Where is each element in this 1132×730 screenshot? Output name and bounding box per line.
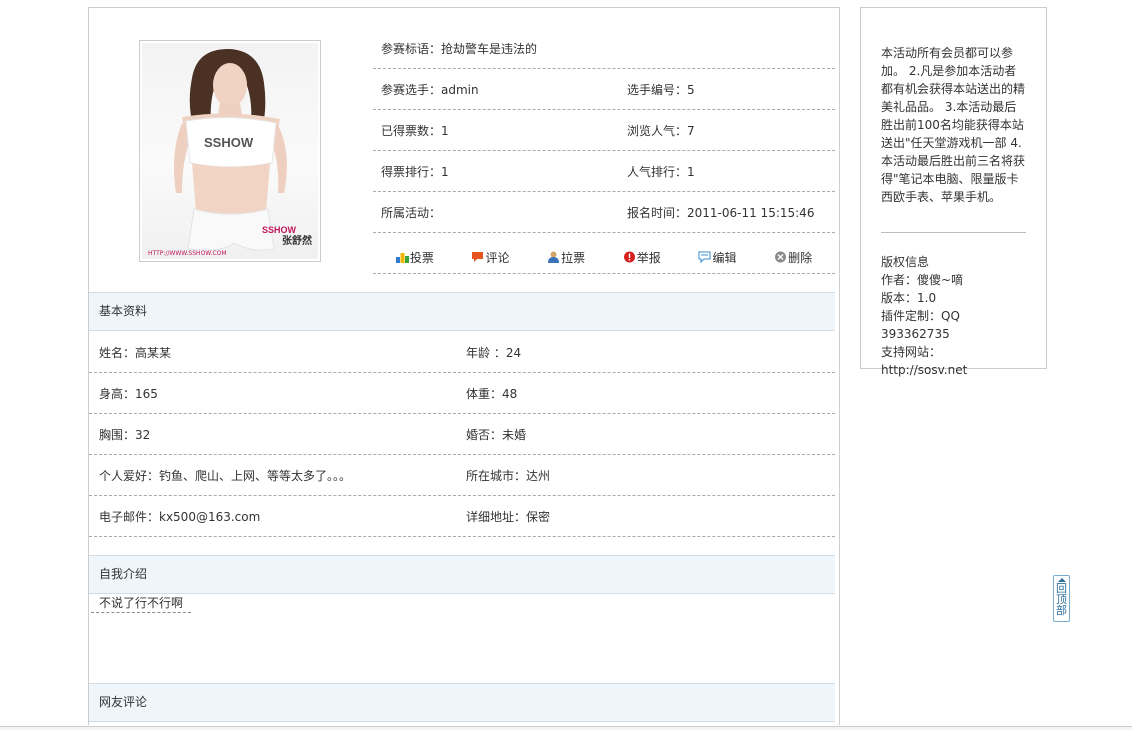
basic-row: 个人爱好：钓鱼、爬山、上网、等等太多了。。。 所在城市：达州 (89, 455, 835, 496)
signup-time: 报名时间：2011-06-11 15:15:46 (627, 205, 815, 220)
warning-icon (623, 251, 635, 263)
plugin-info: 插件定制：QQ 393362735 (881, 309, 960, 341)
self-intro-header: 自我介绍 (89, 555, 835, 594)
info-row-rank: 得票排行：1 人气排行：1 (373, 151, 835, 192)
sidebar-divider (881, 232, 1026, 233)
vote-label: 投票 (409, 250, 434, 265)
delete-label: 删除 (788, 250, 813, 265)
contestant-photo-frame: SSHOW SSHOW 张舒然 HTTP://WWW.SSHOW.COM (139, 40, 321, 262)
age-field: 年龄 ：24 (466, 345, 522, 360)
contestant-name: 参赛选手：admin (381, 82, 479, 97)
basic-info-header: 基本资料 (89, 292, 835, 331)
bar-chart-icon (395, 253, 409, 263)
slogan-text: 参赛标语：抢劫警车是违法的 (381, 41, 538, 56)
report-label: 举报 (636, 250, 661, 265)
photo-caption-url: HTTP://WWW.SSHOW.COM (148, 250, 227, 257)
main-content: SSHOW SSHOW 张舒然 HTTP://WWW.SSHOW.COM 参赛标… (88, 7, 840, 725)
vote-button[interactable]: 投票 (395, 249, 434, 266)
city-field: 所在城市：达州 (466, 468, 551, 483)
info-row-votes: 已得票数：1 浏览人气：7 (373, 110, 835, 151)
close-circle-icon (775, 251, 787, 263)
contestant-number: 选手编号：5 (627, 82, 695, 97)
bust-field: 胸围：32 (99, 427, 151, 442)
back-to-top-label: 回顶部 (1056, 582, 1067, 617)
vote-rank: 得票排行：1 (381, 164, 449, 179)
basic-info-list: 姓名：高某某 年龄 ：24 身高：165 体重：48 胸围：32 婚否：未婚 个… (89, 332, 835, 537)
basic-row: 胸围：32 婚否：未婚 (89, 414, 835, 455)
edit-button[interactable]: 编辑 (698, 249, 736, 266)
info-row-activity: 所属活动： 报名时间：2011-06-11 15:15:46 (373, 192, 835, 233)
name-field: 姓名：高某某 (99, 345, 172, 360)
website-info: 支持网站：http://sosv.net (881, 345, 968, 377)
edit-label: 编辑 (712, 250, 737, 265)
speech-bubble-icon (472, 252, 484, 262)
hobby-field: 个人爱好：钓鱼、爬山、上网、等等太多了。。。 (99, 468, 352, 483)
email-field: 电子邮件：kx500@163.com (99, 509, 261, 524)
canvass-button[interactable]: 拉票 (547, 249, 585, 266)
delete-button[interactable]: 删除 (774, 249, 812, 266)
vote-count: 已得票数：1 (381, 123, 449, 138)
height-field: 身高：165 (99, 386, 158, 401)
contestant-info: 参赛标语：抢劫警车是违法的 参赛选手：admin 选手编号：5 已得票数：1 浏… (373, 28, 835, 274)
basic-row: 姓名：高某某 年龄 ：24 (89, 332, 835, 373)
back-to-top-button[interactable]: 回顶部 (1053, 575, 1070, 622)
popularity-rank: 人气排行：1 (627, 164, 695, 179)
photo-illustration: SSHOW SSHOW (174, 48, 297, 251)
self-intro-text: 不说了行不行啊 (91, 595, 192, 613)
user-icon (548, 251, 560, 263)
edit-bubble-icon (698, 251, 711, 263)
canvass-label: 拉票 (561, 250, 586, 265)
page-bottom-edge (0, 726, 1132, 730)
info-row-contestant: 参赛选手：admin 选手编号：5 (373, 69, 835, 110)
report-button[interactable]: 举报 (623, 249, 661, 266)
photo-caption-name: 张舒然 (282, 236, 312, 247)
comment-label: 评论 (485, 250, 510, 265)
basic-row: 电子邮件：kx500@163.com 详细地址：保密 (89, 496, 835, 537)
married-field: 婚否：未婚 (466, 427, 527, 442)
author-info: 作者：傻傻~嘀 (881, 273, 964, 287)
svg-text:SSHOW: SSHOW (204, 135, 254, 150)
basic-row: 身高：165 体重：48 (89, 373, 835, 414)
weight-field: 体重：48 (466, 386, 518, 401)
action-bar: 投票 评论 拉票 举报 编辑 删除 (373, 233, 835, 274)
comments-header: 网友评论 (89, 683, 835, 722)
comment-button[interactable]: 评论 (471, 249, 509, 266)
info-row-slogan: 参赛标语：抢劫警车是违法的 (373, 28, 835, 69)
address-field: 详细地址：保密 (466, 509, 551, 524)
contestant-photo[interactable]: SSHOW SSHOW 张舒然 HTTP://WWW.SSHOW.COM (142, 43, 318, 259)
version-info: 版本：1.0 (881, 291, 937, 305)
activity-name: 所属活动： (381, 205, 442, 220)
sidebar: 本活动所有会员都可以参加。 2.凡是参加本活动者都有机会获得本站送出的精美礼品品… (860, 7, 1047, 377)
view-count: 浏览人气：7 (627, 123, 695, 138)
activity-notice: 本活动所有会员都可以参加。 2.凡是参加本活动者都有机会获得本站送出的精美礼品品… (881, 46, 1026, 204)
copyright-title: 版权信息 (881, 255, 930, 269)
